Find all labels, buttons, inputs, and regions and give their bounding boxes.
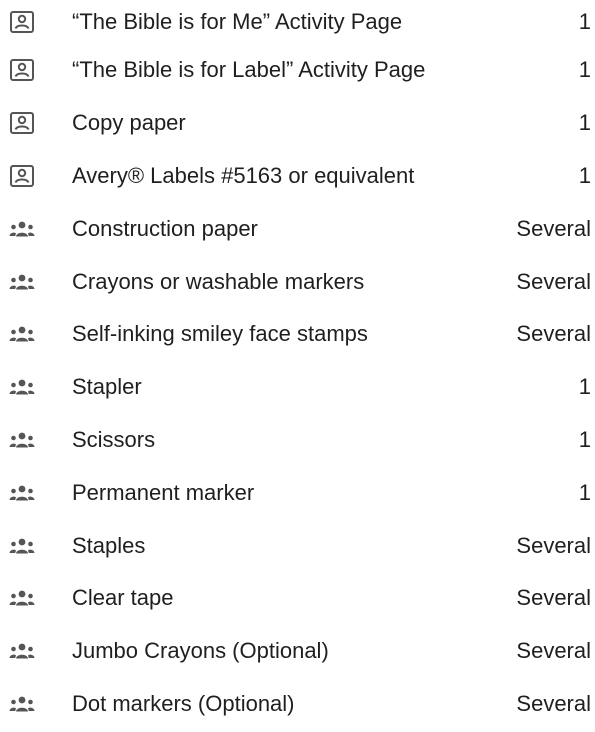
item-quantity: Several <box>516 268 591 294</box>
group-icon <box>8 479 36 507</box>
group-icon <box>8 268 36 296</box>
item-quantity: 1 <box>578 9 591 34</box>
group-icon <box>8 373 36 401</box>
item-quantity: 1 <box>578 374 591 400</box>
item-label: Dot markers (Optional) <box>72 690 295 716</box>
item-quantity: Several <box>516 321 591 347</box>
item-label: Crayons or washable markers <box>72 268 365 294</box>
item-label: Copy paper <box>72 110 186 136</box>
list-item: “The Bible is for Me” Activity Page 1 <box>0 0 595 44</box>
list-item: Construction paper Several <box>0 202 595 255</box>
portrait-card-icon <box>8 109 36 137</box>
portrait-card-icon <box>8 8 36 36</box>
item-quantity: 1 <box>578 162 591 188</box>
item-label: Construction paper <box>72 215 258 241</box>
item-label: Permanent marker <box>72 479 255 505</box>
list-item: Self-inking smiley face stamps Several <box>0 308 595 361</box>
list-item: Clear tape Several <box>0 572 595 625</box>
group-icon <box>8 690 36 718</box>
item-label: Clear tape <box>72 585 174 611</box>
item-quantity: 1 <box>578 110 591 136</box>
group-icon <box>8 320 36 348</box>
list-item: Staples Several <box>0 519 595 572</box>
item-label: Stapler <box>72 374 142 400</box>
item-quantity: 1 <box>578 426 591 452</box>
group-icon <box>8 532 36 560</box>
group-icon <box>8 584 36 612</box>
item-label: Staples <box>72 532 146 558</box>
item-label: Self-inking smiley face stamps <box>72 321 368 347</box>
item-quantity: 1 <box>578 479 591 505</box>
group-icon <box>8 637 36 665</box>
portrait-card-icon <box>8 56 36 84</box>
portrait-card-icon <box>8 162 36 190</box>
list-item: Avery® Labels #5163 or equivalent 1 <box>0 150 595 203</box>
item-quantity: Several <box>516 585 591 611</box>
item-quantity: Several <box>516 638 591 664</box>
group-icon <box>8 215 36 243</box>
list-item: Dot markers (Optional) Several <box>0 678 595 731</box>
item-quantity: Several <box>516 532 591 558</box>
list-item: Jumbo Crayons (Optional) Several <box>0 625 595 678</box>
item-label: “The Bible is for Label” Activity Page <box>72 57 426 83</box>
list-item: “The Bible is for Label” Activity Page 1 <box>0 44 595 97</box>
item-label: Scissors <box>72 426 156 452</box>
list-item: Scissors 1 <box>0 414 595 467</box>
group-icon <box>8 426 36 454</box>
item-label: Jumbo Crayons (Optional) <box>72 638 329 664</box>
item-quantity: Several <box>516 690 591 716</box>
item-label: “The Bible is for Me” Activity Page <box>72 9 403 34</box>
supply-list: “The Bible is for Me” Activity Page 1 “T… <box>0 0 595 730</box>
item-quantity: 1 <box>578 57 591 83</box>
item-label: Avery® Labels #5163 or equivalent <box>72 162 415 188</box>
list-item: Stapler 1 <box>0 361 595 414</box>
list-item: Crayons or washable markers Several <box>0 255 595 308</box>
list-item: Permanent marker 1 <box>0 466 595 519</box>
list-item: Copy paper 1 <box>0 97 595 150</box>
item-quantity: Several <box>516 215 591 241</box>
